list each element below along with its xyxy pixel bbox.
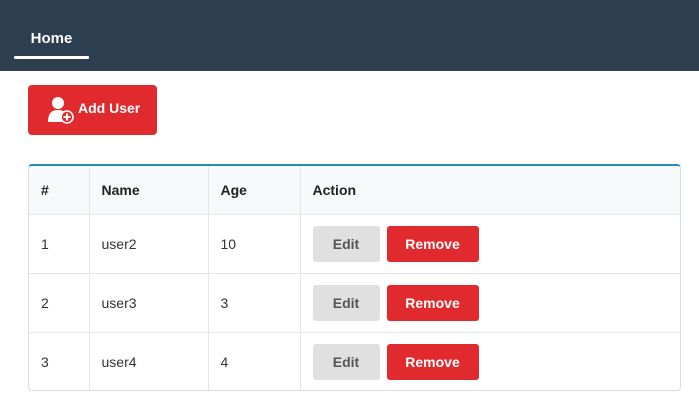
table-row: 2 user3 3 Edit Remove <box>29 273 680 333</box>
column-header-number: # <box>29 166 90 215</box>
add-user-button[interactable]: Add User <box>28 85 157 135</box>
row-number: 3 <box>29 332 90 390</box>
edit-button[interactable]: Edit <box>312 284 380 321</box>
add-user-label: Add User <box>78 100 141 116</box>
row-actions: Edit Remove <box>300 214 680 274</box>
users-table-container: # Name Age Action 1 user2 10 Edit Remove … <box>28 164 681 391</box>
column-header-age: Age <box>208 166 301 215</box>
column-header-name: Name <box>89 166 209 215</box>
remove-button[interactable]: Remove <box>386 225 479 262</box>
row-age: 10 <box>208 214 301 274</box>
table-row: 1 user2 10 Edit Remove <box>29 214 680 274</box>
row-actions: Edit Remove <box>300 273 680 333</box>
row-name: user3 <box>89 273 209 333</box>
row-actions: Edit Remove <box>300 332 680 390</box>
edit-button[interactable]: Edit <box>312 343 380 380</box>
row-age: 3 <box>208 273 301 333</box>
remove-button[interactable]: Remove <box>386 343 479 380</box>
table-header-row: # Name Age Action <box>29 166 680 215</box>
column-header-action: Action <box>300 166 680 215</box>
top-navbar: Home <box>0 0 699 71</box>
users-table: # Name Age Action 1 user2 10 Edit Remove … <box>29 166 680 390</box>
edit-button[interactable]: Edit <box>312 225 380 262</box>
add-user-icon <box>48 97 74 124</box>
row-age: 4 <box>208 332 301 390</box>
row-number: 1 <box>29 214 90 274</box>
row-name: user2 <box>89 214 209 274</box>
row-number: 2 <box>29 273 90 333</box>
table-row: 3 user4 4 Edit Remove <box>29 332 680 390</box>
remove-button[interactable]: Remove <box>386 284 479 321</box>
row-name: user4 <box>89 332 209 390</box>
active-tab-indicator <box>14 56 89 59</box>
nav-item-home[interactable]: Home <box>14 0 89 59</box>
